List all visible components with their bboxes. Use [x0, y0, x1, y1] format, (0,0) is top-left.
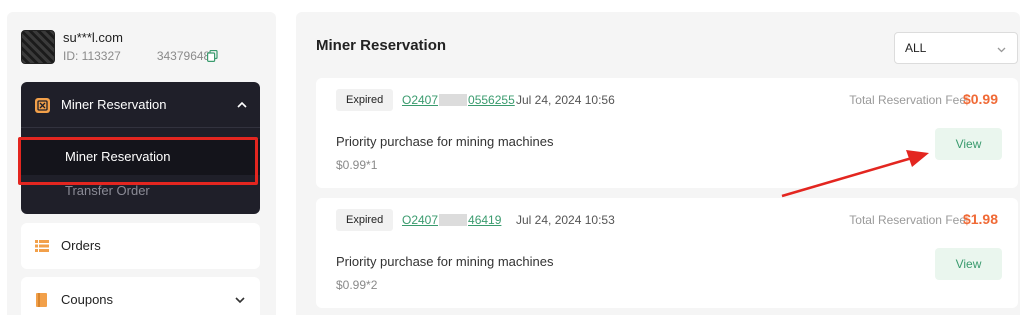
page: su***l.com ID: 113327 34379648 Miner Res… — [0, 0, 1027, 315]
annotation-arrow — [781, 150, 929, 198]
